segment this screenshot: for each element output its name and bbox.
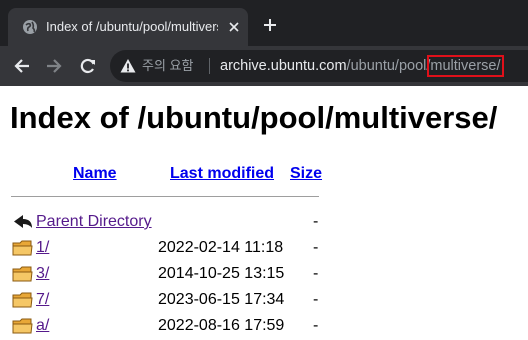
listing-row: 1/ 2022-02-14 11:18 - (0, 236, 528, 260)
sort-by-size-link[interactable]: Size (290, 165, 322, 182)
url-text[interactable]: archive.ubuntu.com/ubuntu/pool/multivers… (220, 55, 504, 77)
back-arrow-icon[interactable] (12, 56, 32, 76)
reload-icon[interactable] (78, 56, 98, 76)
browser-tab[interactable]: Index of /ubuntu/pool/multiverse/ (8, 8, 248, 46)
row-size: - (313, 239, 319, 256)
row-modified: 2023-06-15 17:34 (158, 291, 285, 308)
omnibox-separator (209, 58, 210, 74)
plus-icon[interactable] (262, 17, 278, 33)
folder-icon (12, 266, 33, 282)
folder-icon (12, 318, 33, 334)
folder-link[interactable]: 1/ (36, 238, 49, 258)
folder-icon (12, 240, 33, 256)
browser-toolbar: 주의 요함 archive.ubuntu.com/ubuntu/pool/mul… (0, 46, 528, 86)
listing-row: 7/ 2023-06-15 17:34 - (0, 288, 528, 312)
row-size: - (313, 213, 319, 230)
listing-row: a/ 2022-08-16 17:59 - (0, 314, 528, 338)
row-size: - (313, 265, 319, 282)
folder-link[interactable]: a/ (36, 316, 49, 336)
url-path: /ubuntu/pool/ (346, 58, 431, 74)
back-arrow-icon (14, 215, 32, 228)
row-size: - (313, 291, 319, 308)
page-title: Index of /ubuntu/pool/multiverse/ (10, 100, 498, 135)
folder-icon (12, 292, 33, 308)
parent-directory-link[interactable]: Parent Directory (36, 212, 152, 232)
sort-by-name-link[interactable]: Name (73, 165, 117, 182)
security-status-text[interactable]: 주의 요함 (142, 57, 193, 75)
globe-icon (23, 20, 37, 34)
address-bar[interactable]: 주의 요함 archive.ubuntu.com/ubuntu/pool/mul… (110, 50, 528, 82)
row-modified: 2014-10-25 13:15 (158, 265, 285, 282)
tab-title: Index of /ubuntu/pool/multiverse/ (46, 19, 218, 34)
column-header-last-modified[interactable]: Last modified (170, 164, 274, 184)
folder-link[interactable]: 7/ (36, 290, 49, 310)
tab-strip: Index of /ubuntu/pool/multiverse/ (0, 0, 528, 46)
folder-link[interactable]: 3/ (36, 264, 49, 284)
warning-triangle-icon[interactable] (120, 58, 136, 74)
url-host: archive.ubuntu.com (220, 58, 347, 74)
row-modified: 2022-02-14 11:18 (158, 239, 284, 256)
header-divider (11, 196, 319, 197)
close-icon[interactable] (226, 19, 242, 35)
column-header-size[interactable]: Size (290, 164, 322, 184)
sort-by-modified-link[interactable]: Last modified (170, 165, 274, 182)
column-header-name[interactable]: Name (73, 164, 117, 184)
forward-arrow-icon[interactable] (44, 56, 64, 76)
row-modified: 2022-08-16 17:59 (158, 317, 285, 334)
listing-row-parent: Parent Directory - (0, 210, 528, 234)
url-highlighted-segment: multiverse/ (427, 55, 504, 77)
row-size: - (313, 317, 319, 334)
listing-row: 3/ 2014-10-25 13:15 - (0, 262, 528, 286)
